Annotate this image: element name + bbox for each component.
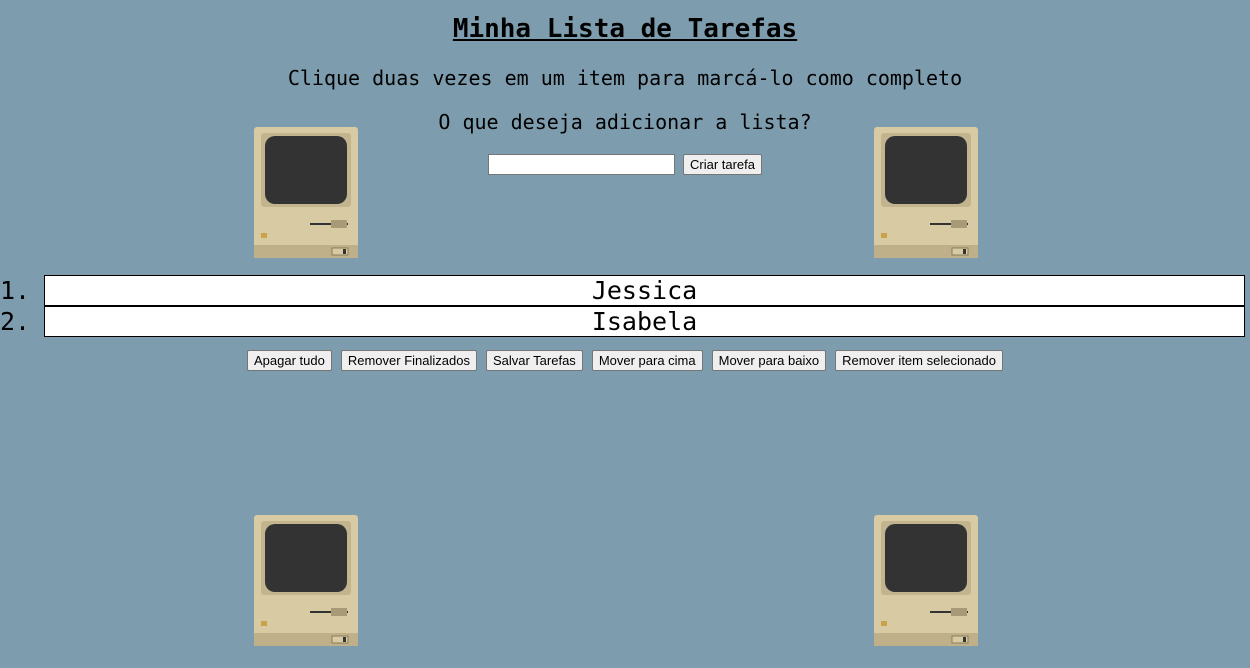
create-task-button[interactable]: Criar tarefa	[682, 154, 763, 175]
remove-completed-button[interactable]: Remover Finalizados	[340, 350, 477, 371]
clear-all-button[interactable]: Apagar tudo	[247, 350, 332, 371]
task-input[interactable]	[487, 154, 675, 175]
vintage-computer-icon	[254, 515, 358, 646]
page-title: Minha Lista de Tarefas	[452, 14, 798, 44]
vintage-computer-icon	[874, 515, 978, 646]
task-label: Isabela	[591, 307, 698, 336]
task-number: 1.	[0, 276, 31, 305]
task-number: 2.	[0, 307, 31, 336]
task-item[interactable]: 2. Isabela	[0, 306, 1245, 337]
task-label: Jessica	[591, 276, 698, 305]
task-list: 1. Jessica 2. Isabela	[0, 275, 1245, 337]
task-item[interactable]: 1. Jessica	[0, 275, 1245, 306]
instructions-text: Clique duas vezes em um item para marcá-…	[287, 66, 963, 90]
vintage-computer-icon	[874, 127, 978, 258]
task-form: Criar tarefa	[0, 154, 1250, 175]
save-tasks-button[interactable]: Salvar Tarefas	[485, 350, 583, 371]
move-up-button[interactable]: Mover para cima	[591, 350, 703, 371]
remove-selected-button[interactable]: Remover item selecionado	[835, 350, 1003, 371]
add-prompt-text: O que deseja adicionar a lista?	[438, 110, 812, 134]
vintage-computer-icon	[254, 127, 358, 258]
move-down-button[interactable]: Mover para baixo	[711, 350, 827, 371]
action-toolbar: Apagar tudo Remover Finalizados Salvar T…	[0, 350, 1250, 371]
